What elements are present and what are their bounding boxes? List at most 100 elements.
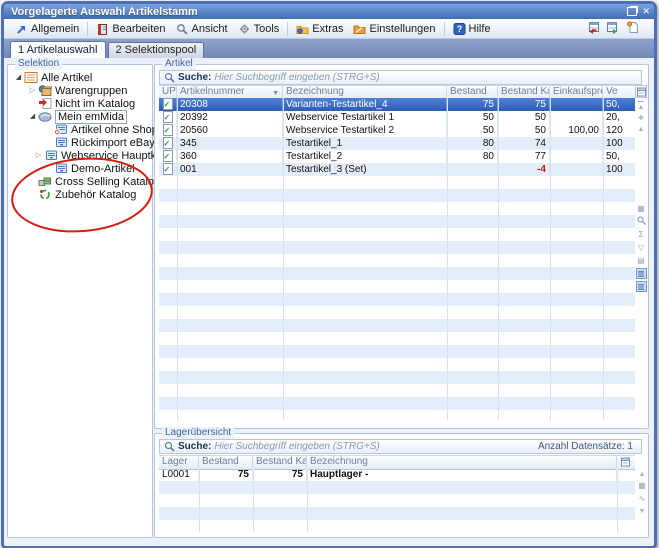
layout-icon[interactable]: ▤ [636,255,647,266]
cell-artikelnummer: 20392 [177,111,283,124]
tree-label: Zubehör Katalog [55,189,136,201]
cell-bestand-kalk: 50 [498,124,550,137]
cell-bezeichnung: Webservice Testartikel 1 [283,111,447,124]
tree-item-nicht-im-katalog[interactable]: Nicht im Katalog [8,97,152,110]
row-status-cell [159,150,177,163]
cell-einkaufspreis [550,137,603,150]
row-status-cell [159,137,177,150]
menu-bearbeiten[interactable]: Bearbeiten [91,22,170,36]
table-export-icon[interactable] [606,21,620,34]
table-import-icon[interactable] [586,21,600,34]
scroll-down-icon[interactable]: ▼ [639,506,646,517]
chart-icon[interactable]: ∿ [637,493,648,504]
view-mode-icon-active[interactable]: ▥ [636,268,647,279]
cell-ve: 100 [603,137,635,150]
menu-tools[interactable]: Tools [233,22,285,36]
scroll-up-icon[interactable]: ▲ [638,124,645,135]
expanded-icon[interactable]: ◢ [13,71,24,84]
table-row[interactable]: 20560 Webservice Testartikel 2 50 50 100… [159,124,635,137]
expanded-icon[interactable]: ◢ [27,110,38,123]
view-mode-icon-active[interactable]: ▥ [636,281,647,292]
title-bar: Vorgelagerte Auswahl Artikelstamm ✕ [4,4,654,19]
column-chooser-button[interactable] [635,85,647,98]
table-row[interactable]: L0001 75 75 Hauptlager - [159,468,635,481]
not-in-catalog-icon [38,98,52,109]
tree-label: Cross Selling Katalog [55,176,160,188]
app-window: Vorgelagerte Auswahl Artikelstamm ✕ Allg… [1,1,657,548]
tree-item-alle-artikel[interactable]: ◢ Alle Artikel [8,71,152,84]
new-document-icon[interactable] [626,21,640,34]
tree-label: Demo-Artikel [71,163,135,175]
accessories-icon [38,189,52,200]
zoom-icon[interactable] [636,216,647,227]
cell-artikelnummer: 360 [177,150,283,163]
lager-search-bar[interactable]: Suche: Hier Suchbegriff eingeben (STRG+S… [159,439,642,454]
tree-item-demo-artikel[interactable]: Demo-Artikel [8,162,152,175]
menu-label: Extras [312,23,343,35]
cell-bestand: 75 [447,98,498,111]
tree-item-zubehoer-katalog[interactable]: Zubehör Katalog [8,188,152,201]
cell-lager: L0001 [159,468,199,481]
close-button[interactable]: ✕ [642,5,650,18]
artikel-search-bar[interactable]: Suche: Hier Suchbegriff eingeben (STRG+S… [159,70,642,85]
cell-bestand: 50 [447,124,498,137]
lager-side-toolbar: ▲ ▦ ∿ ▼ [636,469,648,517]
menu-einstellungen[interactable]: Einstellungen [348,22,440,36]
tree-item-cross-selling-katalog[interactable]: Cross Selling Katalog [8,175,152,188]
plus-icon[interactable]: ✚ [638,113,644,124]
tab-selektionspool[interactable]: 2 Selektionspool [108,42,205,58]
tree-item-rueckimport-ebay[interactable]: Rückimport eBay [8,136,152,149]
cell-bestand-kalk: 75 [498,98,550,111]
sum-icon[interactable]: Σ [636,229,647,240]
scroll-up-icon[interactable]: ▲ [639,469,646,480]
tab-artikelauswahl[interactable]: 1 Artikelauswahl [10,41,106,58]
search-icon [164,441,175,452]
cell-bestand-kalk-negative: -4 [498,163,550,176]
cell-bezeichnung: Testartikel_3 (Set) [283,163,447,176]
table-row-selected[interactable]: 20308 Varianten-Testartikel_4 75 75 50, [159,98,635,111]
cell-bezeichnung: Varianten-Testartikel_4 [283,98,447,111]
cell-artikelnummer: 001 [177,163,283,176]
table-row[interactable]: 001 Testartikel_3 (Set) -4 100 [159,163,635,176]
article-ok-icon [163,98,173,110]
menu-ansicht[interactable]: Ansicht [171,22,233,36]
row-status-cell [159,163,177,176]
cell-bestand [447,163,498,176]
cell-ve: 120 [603,124,635,137]
tree-item-artikel-ohne-shop-kategorie[interactable]: Artikel ohne Shop-Kategorie [8,123,152,136]
table-row[interactable]: 345 Testartikel_1 80 74 100 [159,137,635,150]
record-count: Anzahl Datensätze: 1 [538,441,637,452]
collapsed-icon[interactable]: ▷ [27,84,38,97]
toolbar-right [586,21,640,34]
menu-label: Ansicht [192,23,228,35]
svg-text:?: ? [456,24,462,34]
cross-selling-icon [38,176,52,187]
collapsed-icon[interactable]: ▷ [33,149,44,162]
article-ok-icon [163,163,173,175]
empty-rows-area [159,176,635,420]
tree-item-warengruppen[interactable]: ▷ Warengruppen [8,84,152,97]
selektion-panel-label: Selektion [15,58,62,70]
menu-extras[interactable]: Extras [291,22,348,36]
selection-tree: ◢ Alle Artikel ▷ Warengruppen Nicht im K… [8,71,152,201]
artikel-panel-label: Artikel [162,58,196,70]
grid-view-icon[interactable]: ▦ [636,203,647,214]
grid-view-icon[interactable]: ▦ [637,480,648,491]
notebook-icon [96,23,109,35]
tree-item-webservice-hauptkategorie[interactable]: ▷ Webservice Hauptkategorie [8,149,152,162]
article-ok-icon [163,124,173,136]
tree-item-mein-emmida[interactable]: ◢ Mein emMida [8,110,152,123]
row-status-cell [159,124,177,137]
folder-extras-icon [296,23,309,35]
menu-hilfe[interactable]: ? Hilfe [448,22,496,36]
restore-button[interactable] [627,4,637,20]
scroll-top-icon[interactable]: ▲ [638,101,645,113]
filter-icon[interactable]: ▽ [636,242,647,253]
table-row[interactable]: 20392 Webservice Testartikel 1 50 50 20, [159,111,635,124]
cell-artikelnummer: 345 [177,137,283,150]
grid-side-toolbar: ▦ Σ ▽ ▤ ▥ ▥ [635,203,647,294]
menu-label: Allgemein [31,23,79,35]
table-row[interactable]: 360 Testartikel_2 80 77 50, [159,150,635,163]
menu-allgemein[interactable]: Allgemein [10,22,84,36]
menu-separator [287,22,288,36]
